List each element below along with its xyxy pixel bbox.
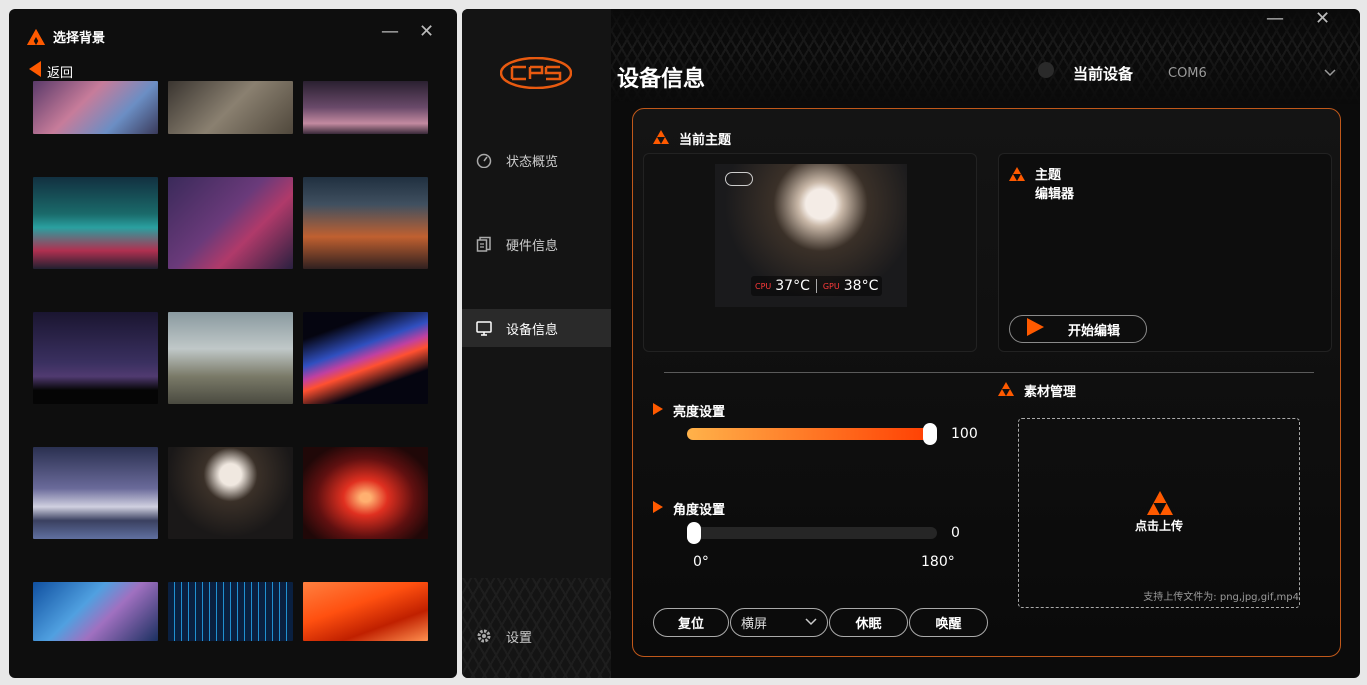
triangle-logo-icon [27, 28, 45, 45]
background-thumb-rainy-street[interactable] [303, 81, 428, 134]
triangle-logo-icon [998, 381, 1014, 400]
close-button[interactable]: ✕ [1315, 10, 1330, 28]
background-thumb-orange-waves[interactable] [303, 582, 428, 641]
chevron-down-icon [1324, 66, 1336, 81]
preview-gpu-temp: 38°C [843, 278, 879, 294]
triangle-logo-icon [653, 129, 669, 148]
connection-status-dot [1038, 62, 1054, 78]
upload-dropzone[interactable]: 点击上传 支持上传文件为: png,jpg,gif,mp4 [1018, 418, 1300, 608]
theme-editor-title-line1: 主题 [1035, 168, 1062, 183]
triangle-logo-icon [1147, 491, 1173, 519]
brightness-label-text: 亮度设置 [673, 405, 726, 420]
orientation-select-value: 横屏 [741, 617, 768, 632]
sidebar-item-label: 设备信息 [506, 322, 559, 338]
start-edit-label: 开始编辑 [1068, 323, 1121, 339]
device-info-card: 当前主题 CPU 37°C GPU 38°C 主题 编辑器 开始编辑 素材管理 … [632, 108, 1341, 657]
sidebar-item-label: 状态概览 [506, 154, 559, 170]
angle-min-label: 0° [693, 554, 709, 570]
window-title: 选择背景 [27, 27, 105, 46]
back-arrow-icon [27, 61, 43, 81]
angle-max-label: 180° [921, 554, 955, 570]
sidebar-item-device-info[interactable]: 设备信息 [462, 309, 611, 347]
background-thumb-cyber-girl[interactable] [168, 177, 293, 269]
sleep-button[interactable]: 休眠 [829, 608, 908, 637]
play-icon [1026, 318, 1044, 340]
angle-slider[interactable] [687, 522, 937, 544]
preview-divider [815, 279, 817, 293]
background-thumb-sci-fi-city[interactable] [303, 177, 428, 269]
device-select-value: COM6 [1168, 65, 1207, 81]
background-thumb-misty-mountain[interactable] [168, 312, 293, 404]
minimize-button[interactable]: — [381, 23, 399, 41]
document-icon [476, 236, 492, 252]
sidebar-item-hardware-info[interactable]: 硬件信息 [462, 225, 611, 263]
upload-hint: 支持上传文件为: png,jpg,gif,mp4 [1143, 592, 1299, 603]
play-small-icon [653, 500, 663, 517]
start-edit-button[interactable]: 开始编辑 [1009, 315, 1147, 343]
preview-logo-icon [725, 172, 753, 186]
background-thumb-anime-girls-ruins[interactable] [168, 81, 293, 134]
close-button[interactable]: ✕ [419, 23, 434, 41]
background-thumb-digital-grid[interactable] [168, 582, 293, 641]
current-theme-heading: 当前主题 [653, 129, 731, 148]
background-thumb-neon-city[interactable] [33, 177, 158, 269]
background-thumb-anime-girl-city[interactable] [33, 81, 158, 134]
preview-cpu-temp: 37°C [775, 278, 810, 294]
triangle-logo-icon [1009, 166, 1025, 185]
minimize-button[interactable]: — [1266, 10, 1284, 28]
preview-cpu-label: CPU [755, 281, 772, 291]
background-thumb-snow-volcano[interactable] [33, 447, 158, 539]
background-thumb-white-hair-girl[interactable] [168, 447, 293, 539]
upload-label: 点击上传 [1134, 519, 1183, 533]
background-grid [33, 81, 433, 641]
theme-editor-title: 主题 编辑器 [1035, 166, 1074, 204]
background-thumb-blue-glass[interactable] [33, 582, 158, 641]
window-title-text: 选择背景 [53, 31, 106, 46]
brightness-slider[interactable] [687, 423, 937, 445]
background-thumb-light-wave[interactable] [303, 312, 428, 404]
brightness-label: 亮度设置 [653, 401, 725, 420]
header-pattern [611, 9, 1360, 104]
angle-label: 角度设置 [653, 499, 725, 518]
reset-button[interactable]: 复位 [653, 608, 729, 637]
current-theme-title: 当前主题 [679, 133, 732, 148]
theme-preview-panel: CPU 37°C GPU 38°C [643, 153, 977, 352]
sidebar-item-label: 硬件信息 [506, 238, 559, 254]
orientation-select[interactable]: 横屏 [730, 608, 828, 637]
preview-temp-overlay: CPU 37°C GPU 38°C [751, 276, 883, 296]
gauge-icon [476, 152, 492, 168]
brand-logo [499, 56, 573, 93]
chevron-down-icon [805, 615, 817, 630]
sidebar-item-settings[interactable]: 设置 [462, 617, 611, 655]
background-thumb-red-flare[interactable] [303, 447, 428, 539]
angle-value: 0 [951, 525, 960, 541]
back-label: 返回 [47, 65, 74, 81]
brightness-slider-handle[interactable] [923, 423, 937, 445]
sidebar: 状态概览 硬件信息 设备信息 设置 [462, 9, 611, 678]
section-divider [664, 372, 1314, 373]
background-thumb-night-forest[interactable] [33, 312, 158, 404]
preview-gpu-label: GPU [822, 281, 840, 291]
theme-editor-title-line2: 编辑器 [1035, 187, 1075, 202]
current-device-label: 当前设备 [1073, 65, 1134, 83]
theme-preview-image: CPU 37°C GPU 38°C [715, 164, 907, 307]
theme-editor-panel: 主题 编辑器 开始编辑 [998, 153, 1332, 352]
brightness-value: 100 [951, 426, 978, 442]
page-title: 设备信息 [617, 67, 706, 92]
sidebar-item-status-overview[interactable]: 状态概览 [462, 141, 611, 179]
gear-icon [476, 628, 492, 644]
main-window: 状态概览 硬件信息 设备信息 设置 — ✕ 设备信息 当前设备 COM6 当前主… [462, 9, 1360, 678]
back-button[interactable]: 返回 [27, 61, 73, 81]
play-small-icon [653, 402, 663, 419]
materials-title: 素材管理 [1024, 385, 1077, 400]
monitor-icon [476, 320, 492, 336]
background-picker-window: 选择背景 — ✕ 返回 [9, 9, 457, 678]
brightness-slider-fill [687, 428, 937, 440]
angle-slider-handle[interactable] [687, 522, 701, 544]
wake-button[interactable]: 唤醒 [909, 608, 988, 637]
device-select[interactable]: COM6 [1168, 61, 1336, 85]
angle-label-text: 角度设置 [673, 503, 726, 518]
sidebar-item-label: 设置 [506, 630, 533, 646]
materials-heading: 素材管理 [998, 381, 1076, 400]
